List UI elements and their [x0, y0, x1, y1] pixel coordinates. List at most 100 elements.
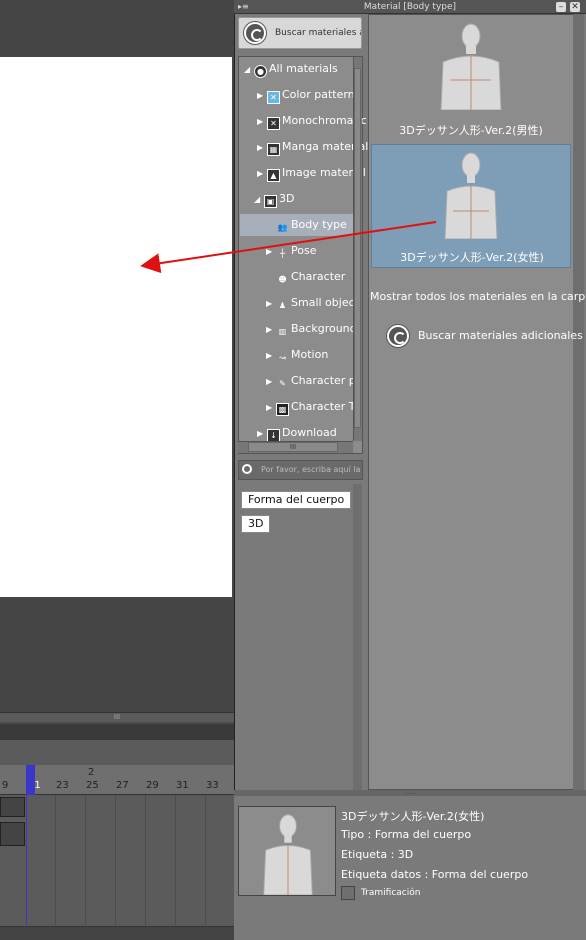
collapse-arrow-icon[interactable]: ▶ — [266, 242, 276, 262]
tree-item-pose[interactable]: ▶ ┼ Pose — [266, 241, 316, 261]
mannequin-female-icon — [263, 814, 313, 895]
tree-item-manga-material[interactable]: ▶ ▦ Manga material — [257, 137, 368, 157]
collapse-arrow-icon[interactable]: ▶ — [257, 86, 267, 106]
image-material-icon: ▲ — [267, 169, 280, 182]
clip-studio-logo-icon — [244, 22, 266, 44]
show-all-materials-link[interactable]: Mostrar todos los materiales en la carpe… — [370, 290, 586, 303]
timeline-track[interactable] — [0, 822, 25, 846]
tree-item-body-type[interactable]: 👥 Body type — [276, 215, 347, 235]
search-additional-materials-label: Buscar materiales adicionales — [418, 329, 583, 342]
collapse-arrow-icon[interactable]: ▶ — [257, 112, 267, 132]
grid-line — [205, 795, 206, 925]
panel-title-bar[interactable]: ▸≡ Material [Body type] – ✕ — [234, 0, 586, 14]
people-icon: 👥 — [277, 223, 288, 232]
tree-item-small-object[interactable]: ▶ ♟ Small object — [266, 293, 359, 313]
tree-item-label: Background — [291, 322, 357, 335]
grid-line — [115, 795, 116, 925]
tree-item-background[interactable]: ▶ ▥ Background — [266, 319, 357, 339]
cube-icon: ▣ — [264, 195, 277, 208]
playhead[interactable] — [26, 765, 35, 795]
search-additional-materials-button[interactable]: Buscar materiales adicionales — [384, 322, 583, 350]
canvas-paper[interactable] — [0, 57, 232, 597]
small-object-icon: ♟ — [278, 301, 287, 310]
timeline-track[interactable] — [0, 797, 25, 817]
tree-item-label: Motion — [291, 348, 329, 361]
material-grid-scrollbar[interactable] — [573, 14, 584, 790]
minimize-icon[interactable]: – — [556, 2, 566, 12]
material-thumbnail — [238, 806, 336, 896]
collapse-arrow-icon[interactable]: ▶ — [257, 138, 267, 158]
tree-item-label: Small object — [291, 296, 359, 309]
ruler-label: 27 — [116, 780, 129, 791]
tree-item-label: Character pa — [291, 374, 363, 387]
ruler-label: 25 — [86, 780, 99, 791]
tree-item-image-material[interactable]: ▶ ▲ Image material — [257, 163, 366, 183]
material-card-label: 3Dデッサン人形-Ver.2(女性) — [400, 251, 544, 264]
collapse-arrow-icon[interactable]: ▶ — [266, 294, 276, 314]
tag-search-input[interactable]: Por favor, escriba aquí la pa — [238, 460, 363, 480]
search-icon — [242, 464, 252, 474]
tree-item-all-materials[interactable]: ◢ ● All materials — [244, 59, 338, 79]
clip-studio-logo-icon — [387, 325, 409, 347]
timeline-toolbar — [0, 724, 234, 740]
search-more-materials-label: Buscar materiales adicio — [275, 28, 361, 38]
tag-chip[interactable]: 3D — [241, 515, 271, 533]
disc-icon: ● — [254, 65, 267, 78]
splitter-grip: III — [113, 713, 121, 721]
motion-icon: ↝ — [279, 353, 286, 362]
character-part-icon: ✎ — [279, 379, 286, 388]
collapse-arrow-icon[interactable]: ▶ — [266, 398, 276, 418]
collapse-arrow-icon[interactable]: ▶ — [266, 320, 276, 340]
panel-title: Material [Body type] — [363, 2, 457, 12]
timeline-scrollbar[interactable] — [0, 926, 234, 940]
tree-item-label: All materials — [269, 62, 338, 75]
tree-item-label: 3D — [279, 192, 295, 205]
collapse-arrow-icon[interactable]: ▶ — [266, 346, 276, 366]
tree-item-color-pattern[interactable]: ▶ ✕ Color pattern — [257, 85, 355, 105]
tree-item-label: Character — [291, 270, 346, 283]
ruler-label: 23 — [56, 780, 69, 791]
tag-list-scrollbar[interactable] — [353, 484, 362, 790]
tree-item-motion[interactable]: ▶ ↝ Motion — [266, 345, 328, 365]
ruler-label: 9 — [2, 780, 9, 791]
panel-menu-icon[interactable]: ▸≡ — [238, 0, 249, 14]
search-more-materials-button[interactable]: Buscar materiales adicio — [238, 17, 362, 49]
character-texture-icon: ▩ — [276, 403, 289, 416]
detail-name: 3Dデッサン人形-Ver.2(女性) — [341, 810, 485, 823]
tree-item-label: Pose — [291, 244, 317, 257]
tree-hscroll-thumb[interactable]: III — [248, 442, 338, 452]
material-card-female[interactable]: 3Dデッサン人形-Ver.2(女性) — [371, 144, 571, 268]
material-card-male[interactable]: 3Dデッサン人形-Ver.2(男性) — [371, 18, 571, 142]
grid-line — [175, 795, 176, 925]
grid-line — [145, 795, 146, 925]
tree-item-label: Character Te — [291, 400, 361, 413]
detail-type: Tipo : Forma del cuerpo — [341, 828, 472, 841]
ruler-label: 29 — [146, 780, 159, 791]
playhead-line — [26, 795, 27, 925]
tree-item-character-texture[interactable]: ▶ ▩ Character Te — [266, 397, 360, 417]
mannequin-female-icon — [444, 152, 498, 239]
tramificacion-checkbox[interactable] — [341, 886, 355, 900]
grid-line — [85, 795, 86, 925]
mannequin-male-icon — [440, 23, 502, 110]
expand-arrow-icon[interactable]: ◢ — [254, 190, 264, 210]
tree-item-3d[interactable]: ◢ ▣ 3D — [254, 189, 294, 209]
ruler-label-top: 2 — [88, 767, 95, 778]
material-card-label: 3Dデッサン人形-Ver.2(男性) — [399, 124, 543, 137]
tree-item-monochromatic[interactable]: ▶ ✕ Monochromatic — [257, 111, 367, 131]
tree-item-character-part[interactable]: ▶ ✎ Character pa — [266, 371, 363, 391]
tag-chip[interactable]: Forma del cuerpo — [241, 491, 352, 509]
tree-scroll-thumb[interactable] — [354, 68, 361, 428]
tree-item-download[interactable]: ▶ ↓ Download — [257, 423, 337, 443]
collapse-arrow-icon[interactable]: ▶ — [266, 372, 276, 392]
timeline-ruler[interactable]: 9 21 23 25 27 29 31 33 2 — [0, 765, 234, 795]
ruler-label: 31 — [176, 780, 189, 791]
monochromatic-icon: ✕ — [267, 117, 280, 130]
manga-material-icon: ▦ — [267, 143, 280, 156]
close-icon[interactable]: ✕ — [570, 2, 580, 12]
expand-arrow-icon[interactable]: ◢ — [244, 60, 254, 80]
collapse-arrow-icon[interactable]: ▶ — [257, 164, 267, 184]
tree-item-label: Download — [282, 426, 337, 439]
tree-item-character[interactable]: ☻ Character — [276, 267, 345, 287]
timeline-splitter[interactable]: III — [0, 712, 234, 722]
